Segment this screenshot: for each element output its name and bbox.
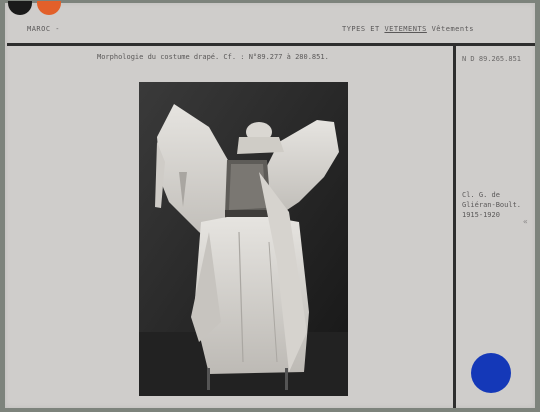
photo-caption: Morphologie du costume drapé. Cf. : N°89… — [97, 53, 329, 61]
country-label: MAROC - — [27, 25, 61, 33]
black-corner-marker — [8, 1, 32, 15]
archive-index-card: MAROC - TYPES ET VETEMENTS Vêtements Mor… — [5, 1, 535, 408]
category-underlined: VETEMENTS — [384, 25, 427, 33]
blue-marker-dot — [471, 353, 511, 393]
photo-credit: Cl. G. de Gliéran-Boult. 1915-1920 — [462, 191, 522, 219]
draped-costume-image — [139, 82, 348, 396]
orange-corner-marker — [37, 1, 61, 15]
reference-number: N D 89.265.851 — [462, 55, 522, 63]
costume-photograph — [139, 82, 348, 396]
column-divider — [453, 43, 456, 408]
category-suffix: Vêtements — [426, 25, 475, 33]
tick-mark: « — [523, 217, 528, 226]
category-label: TYPES ET VETEMENTS Vêtements — [342, 25, 474, 33]
category-prefix: TYPES ET — [342, 25, 385, 33]
